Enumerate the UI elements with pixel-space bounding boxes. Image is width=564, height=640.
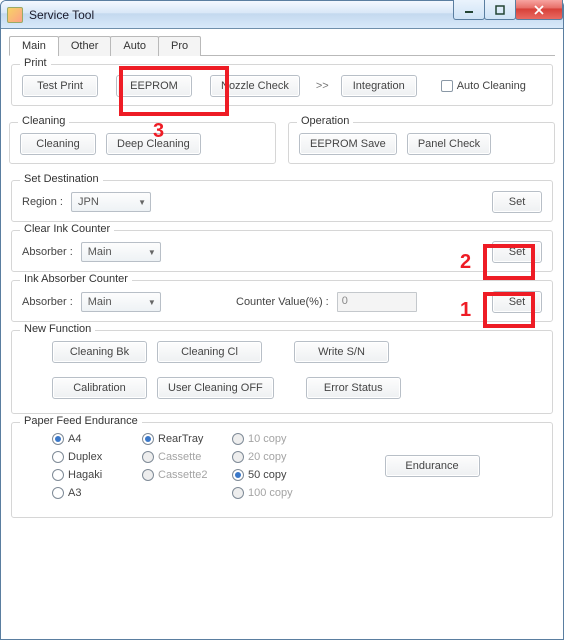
cleaning-group: Cleaning Cleaning Deep Cleaning (9, 122, 276, 164)
pf-source-column: RearTray Cassette Cassette2 (142, 433, 232, 499)
tab-main[interactable]: Main (9, 36, 59, 56)
integration-button[interactable]: Integration (341, 75, 417, 97)
clear-absorber-select[interactable]: Main ▼ (81, 242, 161, 262)
region-select[interactable]: JPN ▼ (71, 192, 151, 212)
tab-auto[interactable]: Auto (110, 36, 159, 56)
radio-a4[interactable]: A4 (52, 433, 142, 445)
test-print-button[interactable]: Test Print (22, 75, 98, 97)
radio-50copy[interactable]: 50 copy (232, 469, 322, 481)
panel-check-button[interactable]: Panel Check (407, 133, 491, 155)
paper-feed-legend: Paper Feed Endurance (20, 415, 142, 427)
cleaning-bk-button[interactable]: Cleaning Bk (52, 341, 147, 363)
titlebar[interactable]: Service Tool (1, 1, 563, 29)
radio-hagaki[interactable]: Hagaki (52, 469, 142, 481)
write-sn-button[interactable]: Write S/N (294, 341, 389, 363)
radio-reartray[interactable]: RearTray (142, 433, 232, 445)
region-label: Region : (22, 196, 63, 208)
radio-a3[interactable]: A3 (52, 487, 142, 499)
region-value: JPN (78, 196, 99, 208)
set-destination-group: Set Destination Region : JPN ▼ Set (11, 180, 553, 222)
operation-legend: Operation (297, 115, 353, 127)
client-area: Main Other Auto Pro Print Test Print EEP… (1, 29, 563, 639)
new-function-legend: New Function (20, 323, 95, 335)
radio-20copy[interactable]: 20 copy (232, 451, 322, 463)
user-cleaning-off-button[interactable]: User Cleaning OFF (157, 377, 274, 399)
close-button[interactable] (515, 0, 563, 20)
clear-ink-set-button[interactable]: Set (492, 241, 542, 263)
cleaning-legend: Cleaning (18, 115, 69, 127)
counter-value-field[interactable]: 0 (337, 292, 417, 312)
set-destination-legend: Set Destination (20, 173, 103, 185)
window-title: Service Tool (29, 8, 94, 22)
auto-cleaning-checkbox[interactable]: Auto Cleaning (441, 80, 526, 92)
cleaning-button[interactable]: Cleaning (20, 133, 96, 155)
print-group: Print Test Print EEPROM Nozzle Check >> … (11, 64, 553, 106)
pf-size-column: A4 Duplex Hagaki A3 (52, 433, 142, 499)
region-set-button[interactable]: Set (492, 191, 542, 213)
checkbox-icon (441, 80, 453, 92)
deep-cleaning-button[interactable]: Deep Cleaning (106, 133, 201, 155)
maximize-button[interactable] (484, 0, 516, 20)
error-status-button[interactable]: Error Status (306, 377, 401, 399)
clear-ink-legend: Clear Ink Counter (20, 223, 114, 235)
minimize-button[interactable] (453, 0, 485, 20)
radio-10copy[interactable]: 10 copy (232, 433, 322, 445)
absorber-select[interactable]: Main ▼ (81, 292, 161, 312)
tab-other[interactable]: Other (58, 36, 112, 56)
radio-cassette2[interactable]: Cassette2 (142, 469, 232, 481)
pf-copy-column: 10 copy 20 copy 50 copy 100 copy (232, 433, 322, 499)
nozzle-check-button[interactable]: Nozzle Check (210, 75, 300, 97)
radio-100copy[interactable]: 100 copy (232, 487, 322, 499)
paper-feed-group: Paper Feed Endurance A4 Duplex Hagaki A3… (11, 422, 553, 518)
chevron-down-icon: ▼ (148, 248, 156, 257)
radio-cassette[interactable]: Cassette (142, 451, 232, 463)
app-window: Service Tool Main Other Auto Pro Print T… (0, 0, 564, 640)
absorber-value: Main (88, 296, 112, 308)
radio-duplex[interactable]: Duplex (52, 451, 142, 463)
clear-ink-group: Clear Ink Counter Absorber : Main ▼ Set (11, 230, 553, 272)
calibration-button[interactable]: Calibration (52, 377, 147, 399)
cleaning-cl-button[interactable]: Cleaning Cl (157, 341, 262, 363)
operation-group: Operation EEPROM Save Panel Check (288, 122, 555, 164)
ink-absorber-legend: Ink Absorber Counter (20, 273, 132, 285)
auto-cleaning-label: Auto Cleaning (457, 80, 526, 92)
chevron-down-icon: ▼ (138, 198, 146, 207)
print-legend: Print (20, 57, 51, 69)
absorber-label: Absorber : (22, 296, 73, 308)
eeprom-button[interactable]: EEPROM (116, 75, 192, 97)
new-function-group: New Function Cleaning Bk Cleaning Cl Wri… (11, 330, 553, 414)
ink-absorber-group: Ink Absorber Counter Absorber : Main ▼ C… (11, 280, 553, 322)
app-icon (7, 7, 23, 23)
endurance-button[interactable]: Endurance (385, 455, 480, 477)
tab-pro[interactable]: Pro (158, 36, 201, 56)
eeprom-save-button[interactable]: EEPROM Save (299, 133, 397, 155)
counter-value-label: Counter Value(%) : (236, 296, 329, 308)
more-arrow-icon: >> (316, 80, 329, 92)
tab-strip: Main Other Auto Pro (9, 35, 555, 56)
clear-absorber-label: Absorber : (22, 246, 73, 258)
clear-absorber-value: Main (88, 246, 112, 258)
ink-absorber-set-button[interactable]: Set (492, 291, 542, 313)
chevron-down-icon: ▼ (148, 298, 156, 307)
